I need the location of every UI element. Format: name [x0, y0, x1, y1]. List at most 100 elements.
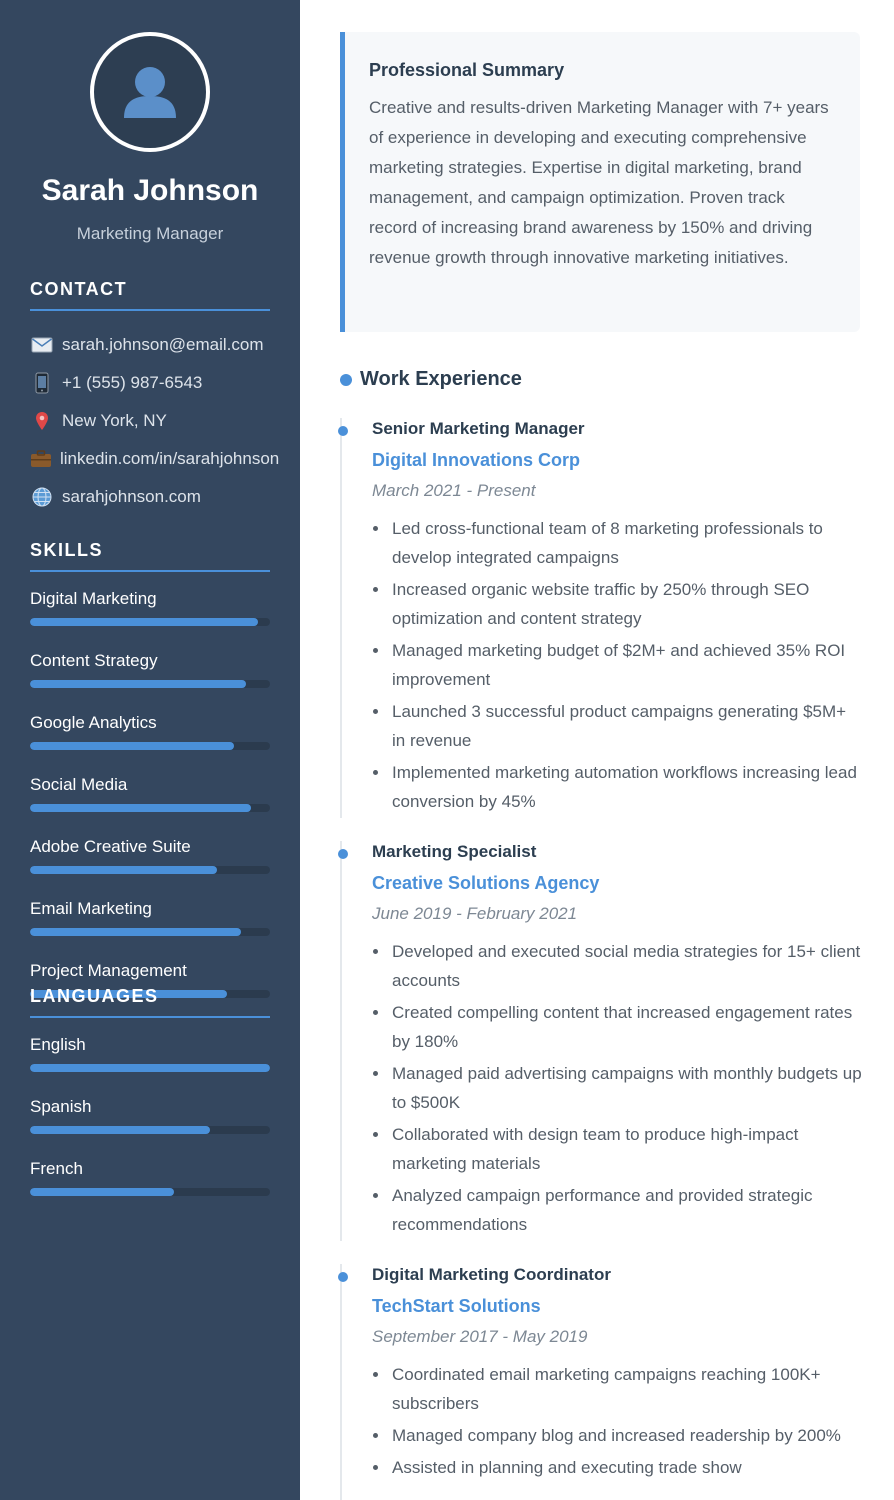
skill-bar-fill	[30, 680, 246, 688]
skills-section: SKILLS Digital Marketing Content Strategy…	[30, 540, 270, 998]
skill-bar-track	[30, 618, 270, 626]
job-entry: Senior Marketing Manager Digital Innovati…	[338, 418, 862, 819]
location-pin-icon	[30, 410, 54, 432]
job-dates: March 2021 - Present	[372, 481, 536, 500]
job-bullets: Coordinated email marketing campaigns re…	[372, 1360, 862, 1482]
main-content: Professional Summary Creative and result…	[300, 0, 894, 1500]
job-title: Marketing Specialist	[372, 842, 537, 861]
skills-list: Digital Marketing Content Strategy Google …	[30, 588, 270, 998]
job-company: Creative Solutions Agency	[372, 873, 600, 893]
email-icon	[30, 334, 54, 356]
job-bullet: Managed company blog and increased reade…	[372, 1421, 862, 1450]
profile-role: Marketing Manager	[76, 224, 224, 243]
language-bar-fill	[30, 1126, 210, 1134]
language-item: French	[30, 1158, 270, 1196]
contact-section: CONTACT sarah.johnson@email.com +1 (555)…	[30, 279, 279, 516]
section-dot-icon	[340, 373, 352, 386]
skill-item: Content Strategy	[30, 650, 270, 688]
timeline-dot-icon	[338, 426, 348, 436]
job-bullet: Created compelling content that increase…	[372, 998, 862, 1056]
language-name: French	[30, 1159, 83, 1178]
language-item: English	[30, 1034, 270, 1072]
language-item: Spanish	[30, 1096, 270, 1134]
job-company: Digital Innovations Corp	[372, 450, 581, 470]
avatar	[90, 32, 210, 152]
job-bullet: Collaborated with design team to produce…	[372, 1120, 862, 1178]
contact-website-text: sarahjohnson.com	[62, 487, 201, 506]
summary-text: Creative and results-driven Marketing Ma…	[369, 98, 829, 267]
language-bar-fill	[30, 1188, 174, 1196]
summary-title: Professional Summary	[369, 60, 565, 80]
contact-location: New York, NY	[30, 402, 270, 440]
contact-location-text: New York, NY	[62, 411, 167, 430]
timeline-line	[340, 841, 342, 1241]
skill-bar-track	[30, 804, 270, 812]
job-bullets: Developed and executed social media stra…	[372, 937, 862, 1239]
language-bar-track	[30, 1188, 270, 1196]
job-dates: September 2017 - May 2019	[372, 1327, 588, 1346]
professional-summary: Professional Summary Creative and result…	[340, 32, 860, 332]
job-bullet: Managed marketing budget of $2M+ and ach…	[372, 636, 862, 694]
languages-section: LANGUAGES English Spanish French	[30, 986, 270, 1196]
timeline-dot-icon	[338, 1272, 348, 1282]
language-name: Spanish	[30, 1097, 92, 1116]
job-bullet: Managed paid advertising campaigns with …	[372, 1059, 862, 1117]
language-bar-track	[30, 1064, 270, 1072]
skill-name: Content Strategy	[30, 651, 158, 670]
job-title: Senior Marketing Manager	[372, 419, 585, 438]
contact-email-text: sarah.johnson@email.com	[62, 335, 264, 354]
skill-bar-fill	[30, 866, 218, 874]
skill-item: Email Marketing	[30, 898, 270, 936]
job-title: Digital Marketing Coordinator	[372, 1265, 611, 1284]
contact-email[interactable]: sarah.johnson@email.com	[30, 326, 270, 364]
language-bar-fill	[30, 1064, 270, 1072]
skill-bar-track	[30, 680, 270, 688]
language-name: English	[30, 1035, 86, 1054]
skill-name: Project Management	[30, 961, 187, 980]
job-bullet: Analyzed campaign performance and provid…	[372, 1181, 862, 1239]
skill-name: Social Media	[30, 775, 128, 794]
skill-name: Digital Marketing	[30, 589, 157, 608]
skill-bar-track	[30, 866, 270, 874]
job-entry: Digital Marketing Coordinator TechStart S…	[338, 1264, 862, 1485]
skill-name: Email Marketing	[30, 899, 152, 918]
work-experience-heading: Work Experience	[340, 368, 522, 391]
work-experience-title: Work Experience	[360, 368, 522, 390]
skill-name: Adobe Creative Suite	[30, 837, 191, 856]
contact-linkedin[interactable]: linkedin.com/in/sarahjohnson	[30, 440, 279, 478]
user-silhouette-icon	[124, 67, 176, 118]
contact-website[interactable]: sarahjohnson.com	[30, 478, 270, 516]
skill-item: Adobe Creative Suite	[30, 836, 270, 874]
skill-bar-track	[30, 928, 270, 936]
language-bar-track	[30, 1126, 270, 1134]
timeline-line	[340, 1264, 342, 1500]
contact-phone[interactable]: +1 (555) 987-6543	[30, 364, 270, 402]
contact-list: sarah.johnson@email.com +1 (555) 987-654…	[30, 326, 279, 516]
contact-heading: CONTACT	[30, 279, 270, 311]
skill-name: Google Analytics	[30, 713, 157, 732]
sidebar: Sarah Johnson Marketing Manager CONTACT …	[0, 0, 300, 1500]
contact-phone-text: +1 (555) 987-6543	[62, 373, 203, 392]
job-bullet: Increased organic website traffic by 250…	[372, 575, 862, 633]
globe-icon	[30, 486, 54, 508]
job-bullet: Implemented marketing automation workflo…	[372, 758, 862, 816]
skill-item: Google Analytics	[30, 712, 270, 750]
job-bullets: Led cross-functional team of 8 marketing…	[372, 514, 862, 816]
skill-item: Digital Marketing	[30, 588, 270, 626]
job-bullet: Assisted in planning and executing trade…	[372, 1453, 862, 1482]
job-bullet: Coordinated email marketing campaigns re…	[372, 1360, 862, 1418]
languages-heading: LANGUAGES	[30, 986, 270, 1018]
job-dates: June 2019 - February 2021	[372, 904, 578, 923]
briefcase-icon	[30, 448, 52, 470]
skill-bar-fill	[30, 742, 234, 750]
timeline-dot-icon	[338, 849, 348, 859]
skill-item: Social Media	[30, 774, 270, 812]
contact-linkedin-text: linkedin.com/in/sarahjohnson	[60, 449, 280, 468]
phone-icon	[30, 372, 54, 394]
skills-heading: SKILLS	[30, 540, 270, 572]
job-company: TechStart Solutions	[372, 1296, 541, 1316]
skill-bar-track	[30, 742, 270, 750]
job-entry: Marketing Specialist Creative Solutions A…	[338, 841, 862, 1242]
languages-list: English Spanish French	[30, 1034, 270, 1196]
job-bullet: Developed and executed social media stra…	[372, 937, 862, 995]
